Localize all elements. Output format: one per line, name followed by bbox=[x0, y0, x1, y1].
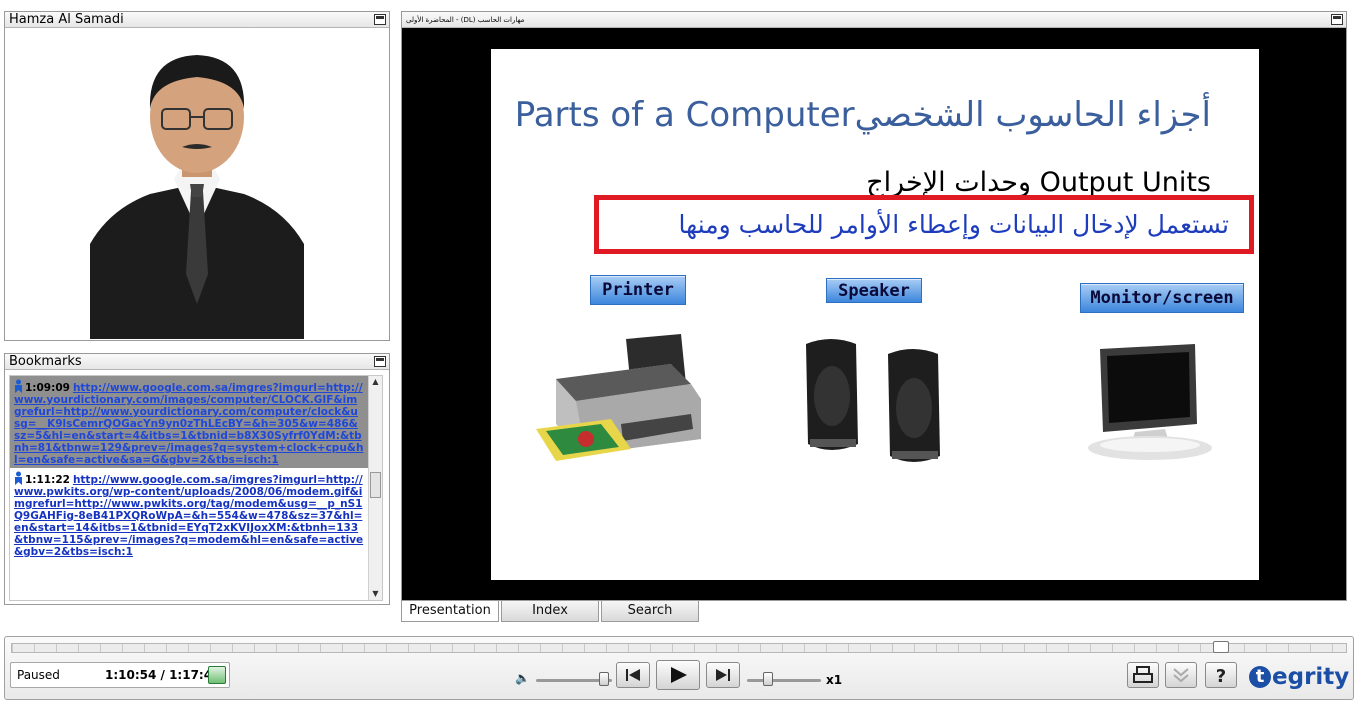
bookmark-link[interactable]: http://www.google.com.sa/imgres?imgurl=h… bbox=[14, 474, 363, 558]
slide-highlight-box: تستعمل لإدخال البيانات وإعطاء الأوامر لل… bbox=[594, 195, 1254, 254]
tab-search[interactable]: Search bbox=[601, 601, 699, 622]
monitor-label: Monitor/screen bbox=[1080, 283, 1244, 313]
slide: Parts of a Computerأجزاء الحاسوب الشخصي … bbox=[491, 49, 1259, 580]
slide-title: Parts of a Computerأجزاء الحاسوب الشخصي bbox=[514, 95, 1211, 135]
maximize-icon[interactable] bbox=[1331, 14, 1343, 25]
help-icon: ? bbox=[1216, 666, 1226, 687]
tegrity-logo: t egrity bbox=[1249, 664, 1349, 690]
printer-image bbox=[536, 334, 701, 461]
bookmarks-title: Bookmarks bbox=[5, 354, 389, 370]
scroll-up-icon[interactable]: ▲ bbox=[369, 376, 382, 388]
scroll-thumb[interactable] bbox=[370, 472, 381, 498]
logo-mark: t bbox=[1249, 666, 1271, 688]
print-icon bbox=[1133, 666, 1153, 683]
speed-knob[interactable] bbox=[763, 672, 773, 686]
playback-status: Paused bbox=[17, 668, 60, 682]
slide-highlight-text: تستعمل لإدخال البيانات وإعطاء الأوامر لل… bbox=[678, 210, 1229, 239]
tab-presentation[interactable]: Presentation bbox=[401, 601, 499, 622]
bookmark-icon bbox=[15, 471, 22, 485]
presenter-panel: Hamza Al Samadi bbox=[4, 11, 390, 341]
bookmark-list: 1:09:09 http://www.google.com.sa/imgres?i… bbox=[9, 375, 383, 601]
player-controls: Paused 1:10:54 / 1:17:47 🔈 x1 ? t egrity bbox=[4, 636, 1354, 700]
bookmarks-panel: Bookmarks 1:09:09 http://www.google.com.s… bbox=[4, 353, 390, 605]
sync-icon[interactable] bbox=[208, 666, 226, 684]
printer-label: Printer bbox=[590, 275, 686, 305]
speed-value: x1 bbox=[826, 673, 843, 687]
presentation-panel: المحاضرة الأولى - (DL) مهارات الحاسب Par… bbox=[401, 11, 1347, 601]
speaker-label: Speaker bbox=[826, 278, 922, 303]
bookmarks-scrollbar[interactable]: ▲ ▼ bbox=[368, 376, 382, 600]
timeline-knob[interactable] bbox=[1213, 641, 1229, 653]
presenter-name: Hamza Al Samadi bbox=[5, 12, 389, 28]
play-button[interactable] bbox=[656, 660, 700, 690]
tab-index[interactable]: Index bbox=[501, 601, 599, 622]
print-button[interactable] bbox=[1127, 662, 1159, 688]
help-button[interactable]: ? bbox=[1205, 662, 1237, 688]
svg-text:?: ? bbox=[1216, 666, 1226, 687]
bookmark-item[interactable]: 1:11:22 http://www.google.com.sa/imgres?i… bbox=[10, 468, 382, 560]
maximize-icon[interactable] bbox=[374, 14, 386, 25]
previous-button[interactable] bbox=[616, 662, 650, 688]
bookmark-icon bbox=[15, 379, 22, 393]
status-box: Paused 1:10:54 / 1:17:47 bbox=[10, 662, 230, 688]
playback-time: 1:10:54 / 1:17:47 bbox=[105, 668, 221, 682]
presenter-figure bbox=[90, 29, 304, 339]
chevron-down-icon bbox=[1173, 668, 1189, 683]
play-icon bbox=[671, 667, 687, 683]
next-button[interactable] bbox=[706, 662, 740, 688]
collapse-button[interactable] bbox=[1165, 662, 1197, 688]
speed-slider[interactable] bbox=[747, 679, 821, 682]
skip-forward-icon bbox=[716, 669, 730, 681]
slide-subtitle: وحدات الإخراج Output Units bbox=[866, 167, 1211, 198]
skip-back-icon bbox=[626, 669, 640, 681]
bookmark-item[interactable]: 1:09:09 http://www.google.com.sa/imgres?i… bbox=[10, 376, 382, 468]
bookmark-link[interactable]: http://www.google.com.sa/imgres?imgurl=h… bbox=[14, 382, 363, 466]
speaker-image bbox=[806, 339, 940, 462]
timeline-scrubber[interactable] bbox=[11, 641, 1347, 653]
scroll-down-icon[interactable]: ▼ bbox=[369, 588, 382, 600]
bookmark-time: 1:09:09 bbox=[25, 382, 70, 394]
volume-icon[interactable]: 🔈 bbox=[515, 671, 530, 685]
bookmark-time: 1:11:22 bbox=[25, 474, 70, 486]
volume-knob[interactable] bbox=[599, 672, 609, 686]
presenter-video bbox=[90, 29, 304, 339]
maximize-icon[interactable] bbox=[374, 356, 386, 367]
logo-text: egrity bbox=[1272, 664, 1350, 690]
presentation-window-title: المحاضرة الأولى - (DL) مهارات الحاسب bbox=[402, 12, 1346, 28]
monitor-image bbox=[1088, 344, 1212, 460]
